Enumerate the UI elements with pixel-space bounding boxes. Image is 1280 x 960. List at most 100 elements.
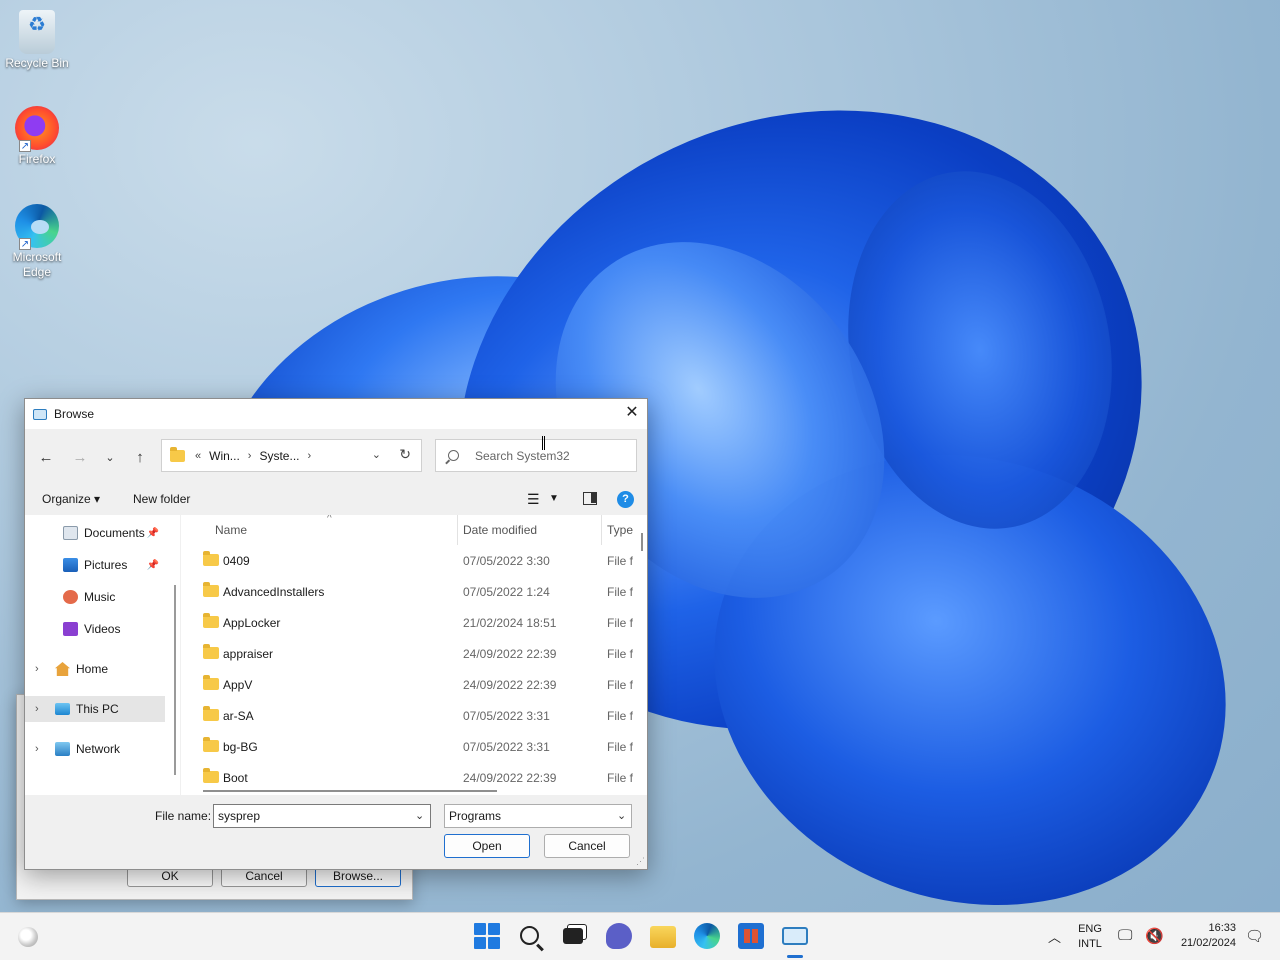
refresh-icon[interactable]: ↻ xyxy=(399,446,411,463)
notification-icon[interactable]: 🗨 xyxy=(1245,927,1264,945)
task-view-icon[interactable] xyxy=(563,928,583,944)
edge-icon[interactable] xyxy=(694,923,720,949)
expand-chevron-icon[interactable]: › xyxy=(35,743,39,755)
forward-arrow-icon[interactable]: → xyxy=(67,445,93,471)
file-row[interactable]: AppV 24/09/2022 22:39 File f xyxy=(181,669,647,700)
file-row[interactable]: bg-BG 07/05/2022 3:31 File f xyxy=(181,731,647,762)
desktop-icon-firefox[interactable]: ↗ Firefox xyxy=(4,106,70,167)
column-header-name[interactable]: Name xyxy=(215,523,247,537)
new-folder-button[interactable]: New folder xyxy=(133,492,190,506)
clock[interactable]: 16:33 21/02/2024 xyxy=(1170,921,1236,951)
file-name-input[interactable]: sysprep xyxy=(213,804,431,828)
breadcrumb-windows[interactable]: Win... xyxy=(209,449,240,463)
file-date: 24/09/2022 22:39 xyxy=(463,678,557,692)
search-icon xyxy=(448,450,459,461)
folder-icon xyxy=(203,768,219,783)
desktop-icon-recycle-bin[interactable]: Recycle Bin xyxy=(4,10,70,71)
navigation-bar: ← → ⌄ ↑ « Win... › Syste... › ⌄ ↻ Search… xyxy=(25,429,647,485)
column-header-date[interactable]: Date modified xyxy=(463,523,537,537)
run-dialog-icon[interactable] xyxy=(782,927,808,945)
file-row[interactable]: appraiser 24/09/2022 22:39 File f xyxy=(181,638,647,669)
close-button[interactable]: ✕ xyxy=(617,399,647,429)
videos-icon xyxy=(63,622,78,636)
desktop-icon-label: Firefox xyxy=(18,152,56,166)
volume-muted-icon[interactable]: 🔇 xyxy=(1145,927,1164,945)
music-icon xyxy=(63,590,78,604)
chevron-down-icon[interactable]: ⌄ xyxy=(617,809,626,822)
chevron-right-icon[interactable]: › xyxy=(307,450,311,462)
file-list-vertical-scrollbar[interactable] xyxy=(637,515,647,795)
preview-pane-icon[interactable] xyxy=(583,492,597,505)
nav-label: Network xyxy=(76,742,121,756)
nav-item-music[interactable]: Music xyxy=(25,584,165,610)
nav-label: Pictures xyxy=(84,558,128,572)
file-explorer-icon[interactable] xyxy=(650,926,676,948)
file-date: 07/05/2022 3:30 xyxy=(463,554,550,568)
active-app-indicator xyxy=(787,955,803,958)
file-type: File f xyxy=(607,554,634,568)
input-language-indicator[interactable]: ENG INTL xyxy=(1072,922,1108,952)
firefox-icon: ↗ xyxy=(15,106,59,152)
file-name: appraiser xyxy=(223,647,274,661)
help-icon[interactable]: ? xyxy=(617,491,634,508)
nav-item-home[interactable]: › Home xyxy=(25,656,165,682)
weather-widget-icon[interactable] xyxy=(18,927,38,947)
documents-icon xyxy=(63,526,78,540)
sort-ascending-icon: ^ xyxy=(327,515,332,524)
chevron-down-icon[interactable]: ⌄ xyxy=(415,809,424,822)
file-row[interactable]: ar-SA 07/05/2022 3:31 File f xyxy=(181,700,647,731)
view-dropdown-icon[interactable]: ▼ xyxy=(549,493,559,504)
nav-pane-scrollbar[interactable] xyxy=(172,515,180,795)
file-row[interactable]: 0409 07/05/2022 3:30 File f xyxy=(181,545,647,576)
navigation-pane: Documents 📌 Pictures 📌 Music Videos › Ho… xyxy=(25,515,172,795)
file-row[interactable]: AdvancedInstallers 07/05/2022 1:24 File … xyxy=(181,576,647,607)
file-name: AppLocker xyxy=(223,616,281,630)
dialog-titlebar[interactable]: Browse ✕ xyxy=(25,399,647,429)
nav-item-this-pc[interactable]: › This PC xyxy=(25,696,165,722)
address-bar[interactable]: « Win... › Syste... › ⌄ ↻ xyxy=(161,439,422,472)
recent-locations-chevron-icon[interactable]: ⌄ xyxy=(97,445,123,471)
resize-grip-icon[interactable]: ⋰ xyxy=(636,856,645,867)
nav-item-network[interactable]: › Network xyxy=(25,736,165,762)
search-icon[interactable] xyxy=(520,926,539,945)
chat-icon[interactable] xyxy=(606,923,632,949)
breadcrumb-overflow[interactable]: « xyxy=(195,450,201,462)
back-arrow-icon[interactable]: ← xyxy=(33,445,59,471)
nav-label: This PC xyxy=(76,702,119,716)
file-list-horizontal-scrollbar[interactable] xyxy=(181,783,647,795)
nav-item-pictures[interactable]: Pictures 📌 xyxy=(25,552,165,578)
desktop-icon-edge[interactable]: ↗ Microsoft Edge xyxy=(4,204,70,280)
chevron-down-icon[interactable]: ⌄ xyxy=(372,448,381,461)
file-row[interactable]: AppLocker 21/02/2024 18:51 File f xyxy=(181,607,647,638)
column-divider[interactable] xyxy=(601,515,602,545)
column-header-type[interactable]: Type xyxy=(607,523,633,537)
file-type: File f xyxy=(607,709,634,723)
search-box[interactable]: Search System32 xyxy=(435,439,637,472)
network-icon[interactable]: 🖵 xyxy=(1118,927,1132,944)
expand-chevron-icon[interactable]: › xyxy=(35,703,39,715)
start-button-icon[interactable] xyxy=(474,923,500,949)
file-date: 21/02/2024 18:51 xyxy=(463,616,557,630)
cancel-button[interactable]: Cancel xyxy=(544,834,630,858)
folder-icon xyxy=(203,582,219,597)
open-button[interactable]: Open xyxy=(444,834,530,858)
nav-label: Music xyxy=(84,590,116,604)
file-date: 07/05/2022 3:31 xyxy=(463,740,550,754)
dialog-title: Browse xyxy=(54,407,95,421)
file-name-label: File name: xyxy=(155,809,212,823)
nav-item-documents[interactable]: Documents 📌 xyxy=(25,520,165,546)
expand-chevron-icon[interactable]: › xyxy=(35,663,39,675)
organize-menu[interactable]: Organize ▾ xyxy=(42,492,100,506)
store-icon[interactable] xyxy=(738,923,764,949)
file-type-select[interactable]: Programs xyxy=(444,804,632,828)
browse-dialog: Browse ✕ ← → ⌄ ↑ « Win... › Syste... › ⌄… xyxy=(24,398,648,870)
view-list-icon[interactable]: ☰ xyxy=(527,491,540,508)
nav-item-videos[interactable]: Videos xyxy=(25,616,165,642)
nav-label: Home xyxy=(76,662,109,676)
file-type: File f xyxy=(607,616,634,630)
up-arrow-icon[interactable]: ↑ xyxy=(127,445,153,471)
chevron-right-icon[interactable]: › xyxy=(248,450,252,462)
breadcrumb-system32[interactable]: Syste... xyxy=(259,449,299,463)
show-hidden-icons-chevron-icon[interactable]: ︿ xyxy=(1048,927,1061,946)
column-divider[interactable] xyxy=(457,515,458,545)
